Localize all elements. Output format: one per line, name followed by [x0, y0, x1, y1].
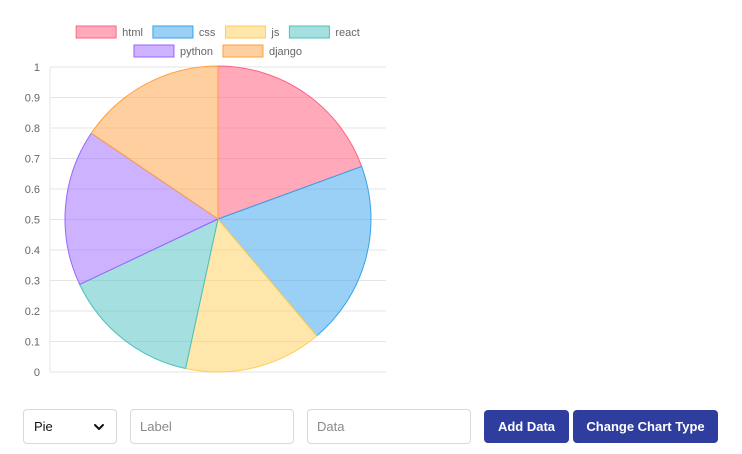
legend-label-js[interactable]: js — [270, 27, 279, 39]
pie-slices[interactable] — [64, 65, 372, 373]
legend-label-django[interactable]: django — [269, 46, 302, 58]
legend-swatch-css[interactable] — [152, 25, 194, 39]
data-input[interactable] — [307, 409, 471, 444]
legend[interactable]: html css js react python django — [75, 25, 360, 58]
y-tick-label: 0.1 — [25, 337, 40, 349]
legend-label-python[interactable]: python — [180, 46, 213, 58]
legend-swatch-python[interactable] — [133, 44, 175, 58]
legend-swatch-js[interactable] — [224, 25, 266, 39]
y-tick-label: 0.7 — [25, 154, 40, 166]
legend-swatch-html[interactable] — [75, 25, 117, 39]
y-tick-label: 0.2 — [25, 306, 40, 318]
legend-label-react[interactable]: react — [335, 27, 359, 39]
change-chart-type-button[interactable]: Change Chart Type — [573, 410, 718, 443]
chart-type-select-value: Pie — [34, 419, 53, 434]
legend-swatch-react[interactable] — [288, 25, 330, 39]
y-tick-label: 0 — [34, 367, 40, 379]
add-data-button[interactable]: Add Data — [484, 410, 569, 443]
y-tick-label: 0.4 — [25, 245, 40, 257]
y-tick-label: 0.5 — [25, 215, 40, 227]
y-axis-ticks: 1 0.9 0.8 0.7 0.6 0.5 0.4 0.3 0.2 0.1 0 — [25, 62, 40, 379]
pie-chart: 1 0.9 0.8 0.7 0.6 0.5 0.4 0.3 0.2 0.1 0 html css js r… — [25, 25, 386, 379]
y-tick-label: 0.9 — [25, 93, 40, 105]
y-tick-label: 0.6 — [25, 184, 40, 196]
chevron-down-icon — [94, 423, 104, 430]
legend-label-css[interactable]: css — [199, 27, 216, 39]
chart-type-select[interactable]: Pie — [23, 409, 117, 444]
legend-label-html[interactable]: html — [122, 27, 143, 39]
y-tick-label: 0.8 — [25, 123, 40, 135]
label-input[interactable] — [130, 409, 294, 444]
y-tick-label: 0.3 — [25, 276, 40, 288]
y-tick-label: 1 — [34, 62, 40, 74]
legend-swatch-django[interactable] — [222, 44, 264, 58]
